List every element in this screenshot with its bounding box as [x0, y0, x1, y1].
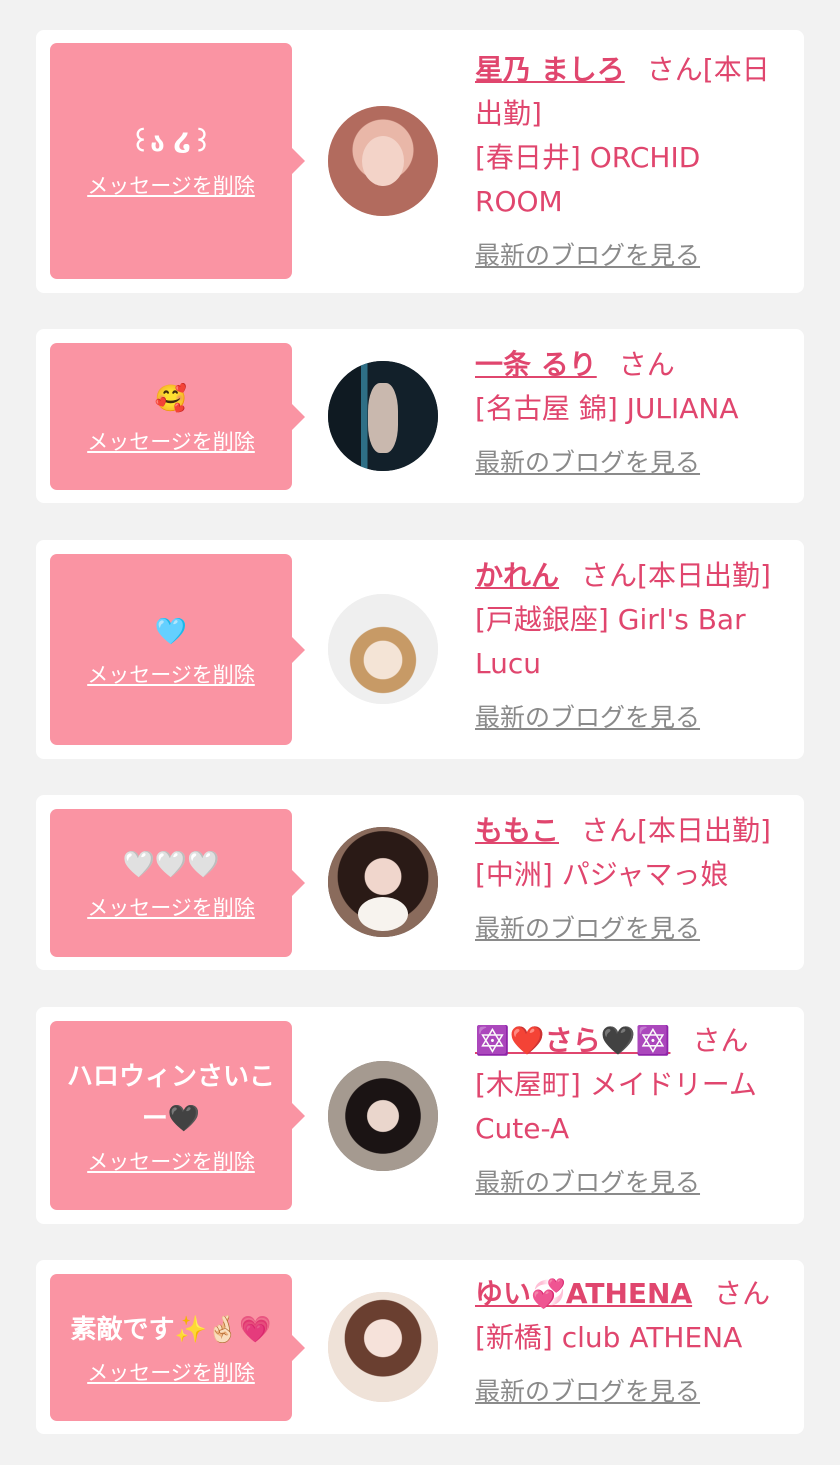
delete-message-link[interactable]: メッセージを削除: [87, 1146, 255, 1176]
honorific: さん: [714, 1277, 771, 1310]
message-card: ハロウィンさいこー🖤 メッセージを削除 🔯❤️さら🖤🔯 さん [木屋町] メイドリ…: [36, 1007, 804, 1224]
message-text: 素敵です✨🤞🏻💗: [70, 1314, 272, 1345]
user-info: 一条 るり さん [名古屋 錦] JULIANA 最新のブログを見る: [475, 343, 790, 485]
message-bubble: 🩵 メッセージを削除: [50, 554, 305, 745]
user-info: ゆい💞ATHENA さん [新橋] club ATHENA 最新のブログを見る: [475, 1272, 790, 1414]
avatar[interactable]: [328, 827, 438, 937]
message-bubble: ꒰ა ໒꒱ メッセージを削除: [50, 43, 305, 279]
delete-message-link[interactable]: メッセージを削除: [87, 170, 255, 200]
latest-blog-link[interactable]: 最新のブログを見る: [475, 696, 700, 740]
latest-blog-link[interactable]: 最新のブログを見る: [475, 907, 700, 951]
message-card: 🩵 メッセージを削除 かれん さん[本日出勤] [戸越銀座] Girl's Bar…: [36, 540, 804, 759]
latest-blog-link[interactable]: 最新のブログを見る: [475, 234, 700, 278]
user-info: ももこ さん[本日出勤] [中洲] パジャマっ娘 最新のブログを見る: [475, 809, 790, 951]
message-card: 🤍🤍🤍 メッセージを削除 ももこ さん[本日出勤] [中洲] パジャマっ娘 最新の…: [36, 795, 804, 970]
honorific: さん: [581, 559, 638, 592]
shop-name: [新橋] club ATHENA: [475, 1321, 743, 1354]
avatar[interactable]: [328, 106, 438, 216]
message-card: ꒰ა ໒꒱ メッセージを削除 星乃 ましろ さん[本日出勤] [春日井] ORCH…: [36, 30, 804, 293]
user-name-link[interactable]: 🔯❤️さら🖤🔯: [475, 1024, 670, 1057]
delete-message-link[interactable]: メッセージを削除: [87, 659, 255, 689]
delete-message-link[interactable]: メッセージを削除: [87, 426, 255, 456]
message-text: ꒰ა ໒꒱: [129, 128, 213, 158]
user-info: 🔯❤️さら🖤🔯 さん [木屋町] メイドリーム Cute-A 最新のブログを見る: [475, 1019, 790, 1205]
message-card: 素敵です✨🤞🏻💗 メッセージを削除 ゆい💞ATHENA さん [新橋] club …: [36, 1260, 804, 1434]
avatar[interactable]: [328, 361, 438, 471]
user-name-link[interactable]: かれん: [475, 559, 559, 592]
honorific: さん: [692, 1024, 749, 1057]
user-name-link[interactable]: ゆい💞ATHENA: [475, 1277, 692, 1310]
latest-blog-link[interactable]: 最新のブログを見る: [475, 1161, 700, 1205]
user-info: 星乃 ましろ さん[本日出勤] [春日井] ORCHID ROOM 最新のブログを…: [475, 48, 790, 278]
shop-name: [春日井] ORCHID ROOM: [475, 141, 701, 218]
honorific: さん: [618, 348, 675, 381]
attendance-status: [本日出勤]: [637, 814, 771, 847]
shop-name: [名古屋 錦] JULIANA: [475, 392, 739, 425]
message-text: 🩵: [154, 616, 188, 647]
avatar[interactable]: [328, 594, 438, 704]
shop-name: [中洲] パジャマっ娘: [475, 858, 729, 891]
avatar[interactable]: [328, 1292, 438, 1402]
avatar[interactable]: [328, 1061, 438, 1171]
shop-name: [戸越銀座] Girl's Bar Lucu: [475, 603, 746, 680]
user-name-link[interactable]: 一条 るり: [475, 348, 597, 381]
message-text: ハロウィンさいこー🖤: [66, 1061, 275, 1134]
honorific: さん: [581, 814, 638, 847]
honorific: さん: [646, 53, 703, 86]
latest-blog-link[interactable]: 最新のブログを見る: [475, 441, 700, 485]
attendance-status: [本日出勤]: [637, 559, 771, 592]
message-bubble: ハロウィンさいこー🖤 メッセージを削除: [50, 1021, 305, 1210]
message-card: 🥰 メッセージを削除 一条 るり さん [名古屋 錦] JULIANA 最新のブロ…: [36, 329, 804, 503]
user-info: かれん さん[本日出勤] [戸越銀座] Girl's Bar Lucu 最新のブロ…: [475, 554, 790, 740]
latest-blog-link[interactable]: 最新のブログを見る: [475, 1370, 700, 1414]
delete-message-link[interactable]: メッセージを削除: [87, 892, 255, 922]
message-text: 🥰: [154, 383, 188, 414]
message-bubble: 素敵です✨🤞🏻💗 メッセージを削除: [50, 1274, 305, 1421]
user-name-link[interactable]: 星乃 ましろ: [475, 53, 625, 86]
message-text: 🤍🤍🤍: [122, 850, 220, 880]
message-bubble: 🥰 メッセージを削除: [50, 343, 305, 490]
message-bubble: 🤍🤍🤍 メッセージを削除: [50, 809, 305, 957]
delete-message-link[interactable]: メッセージを削除: [87, 1357, 255, 1387]
user-name-link[interactable]: ももこ: [475, 814, 559, 847]
shop-name: [木屋町] メイドリーム Cute-A: [475, 1068, 757, 1145]
